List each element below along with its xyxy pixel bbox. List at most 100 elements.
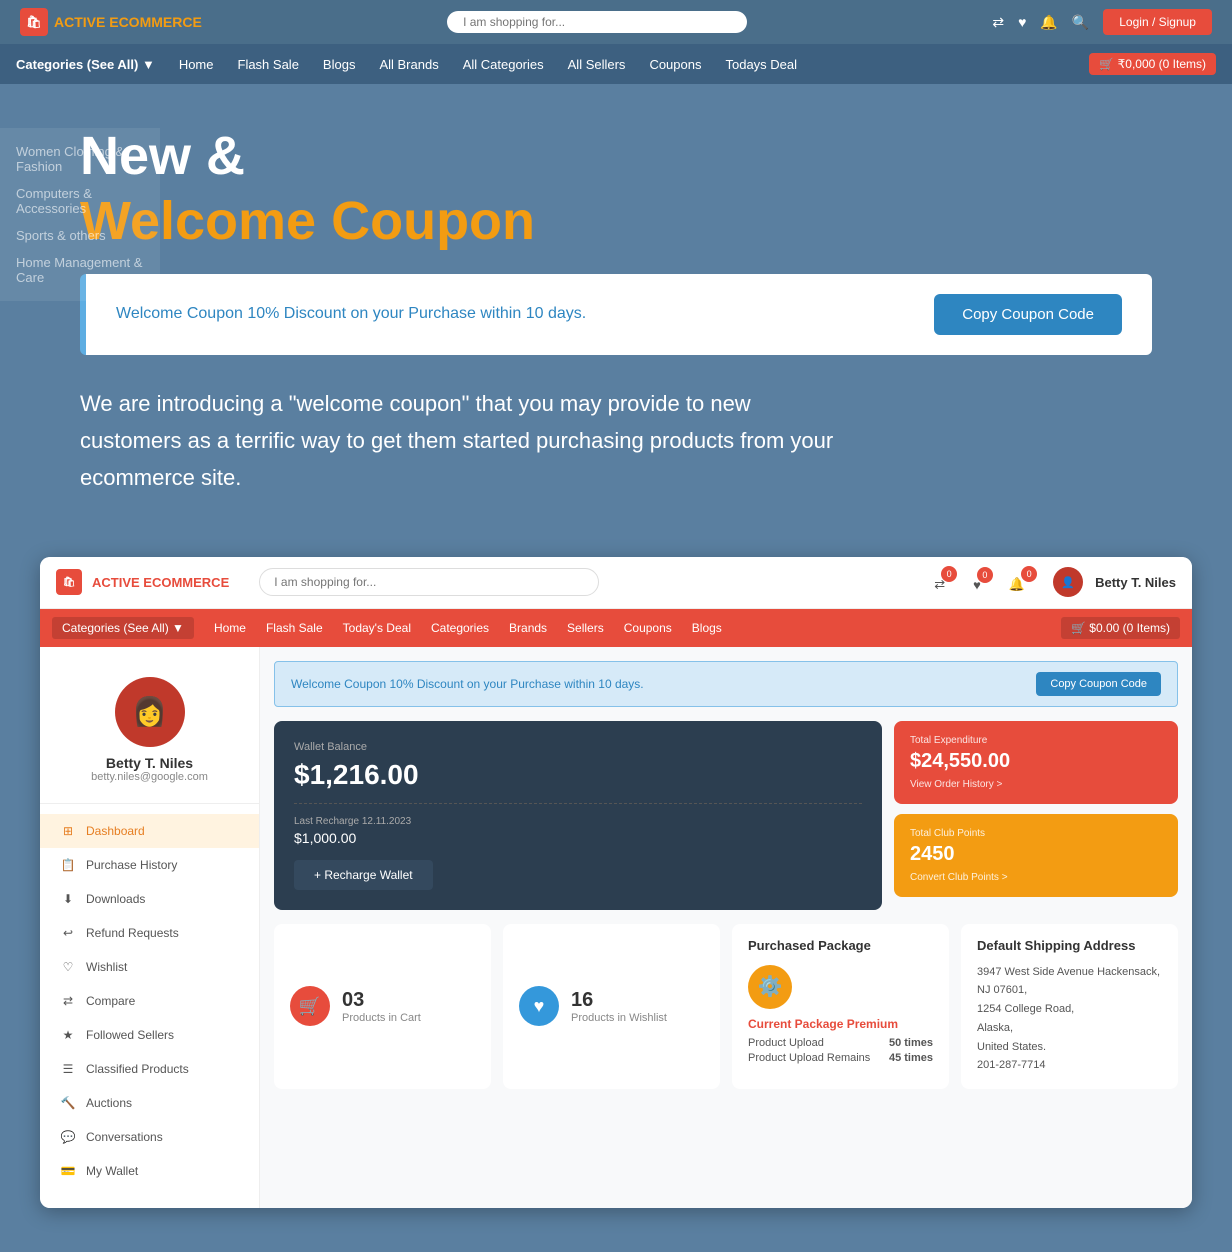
inner-screenshot-panel: 🛍 ACTIVE ECOMMERCE ⇄0 ♥0 🔔0 👤 Betty T. N…: [40, 557, 1192, 1208]
package-row-upload-remains: Product Upload Remains 45 times: [748, 1052, 933, 1064]
sidebar-item-my-wallet[interactable]: 💳 My Wallet: [40, 1154, 259, 1188]
package-name: Current Package Premium: [748, 1017, 933, 1031]
dashboard-top-row: Wallet Balance $1,216.00 Last Recharge 1…: [274, 721, 1178, 910]
sidebar-refund-label: Refund Requests: [86, 926, 179, 940]
outer-nav-icons: ⇄ ♥ 🔔 🔍 Login / Signup: [992, 9, 1212, 35]
wallet-balance: $1,216.00: [294, 759, 862, 791]
view-order-history-link[interactable]: View Order History >: [910, 779, 1162, 790]
compare-icon[interactable]: ⇄: [992, 14, 1004, 31]
wishlist-sidebar-icon: ♡: [60, 959, 76, 975]
refund-icon: ↩: [60, 925, 76, 941]
inner-categories-dropdown[interactable]: Categories (See All) ▼: [52, 617, 194, 639]
outer-search-input[interactable]: [447, 11, 747, 33]
notification-icon[interactable]: 🔔: [1040, 14, 1057, 31]
sidebar-dashboard-label: Dashboard: [86, 824, 145, 838]
nav-all-brands[interactable]: All Brands: [379, 57, 438, 72]
inner-nav-home[interactable]: Home: [214, 621, 246, 635]
wallet-label: Wallet Balance: [294, 741, 862, 753]
hero-description: We are introducing a "welcome coupon" th…: [80, 385, 840, 497]
sidebar-item-compare[interactable]: ⇄ Compare: [40, 984, 259, 1018]
expenditure-value: $24,550.00: [910, 750, 1162, 773]
sidebar-purchase-label: Purchase History: [86, 858, 177, 872]
conversations-icon: 💬: [60, 1129, 76, 1145]
inner-logo-icon: 🛍: [56, 569, 82, 595]
inner-nav-flash-sale[interactable]: Flash Sale: [266, 621, 323, 635]
convert-club-points-link[interactable]: Convert Club Points >: [910, 872, 1162, 883]
inner-search-input[interactable]: [259, 568, 599, 596]
inner-nav-blogs[interactable]: Blogs: [692, 621, 722, 635]
purchase-history-icon: 📋: [60, 857, 76, 873]
cart-badge[interactable]: 🛒 ₹0,000 (0 Items): [1089, 53, 1216, 75]
inner-wishlist-icon[interactable]: ♥0: [973, 573, 997, 592]
nav-all-sellers[interactable]: All Sellers: [568, 57, 626, 72]
product-upload-remains-value: 45 times: [889, 1052, 933, 1064]
sidebar-item-purchase-history[interactable]: 📋 Purchase History: [40, 848, 259, 882]
nav-all-categories[interactable]: All Categories: [463, 57, 544, 72]
classified-icon: ☰: [60, 1061, 76, 1077]
sidebar-item-wishlist[interactable]: ♡ Wishlist: [40, 950, 259, 984]
sidebar-item-refund-requests[interactable]: ↩ Refund Requests: [40, 916, 259, 950]
expenditure-label: Total Expenditure: [910, 735, 1162, 746]
auctions-icon: 🔨: [60, 1095, 76, 1111]
nav-todays-deal[interactable]: Todays Deal: [725, 57, 797, 72]
logo-text: ACTIVE ECOMMERCE: [54, 14, 202, 30]
inner-user-name-topbar: Betty T. Niles: [1095, 575, 1176, 590]
compare-sidebar-icon: ⇄: [60, 993, 76, 1009]
nav-flash-sale[interactable]: Flash Sale: [238, 57, 299, 72]
logo-icon: 🛍: [20, 8, 48, 36]
login-button[interactable]: Login / Signup: [1103, 9, 1212, 35]
recharge-wallet-button[interactable]: + Recharge Wallet: [294, 860, 433, 890]
inner-catbar: Categories (See All) ▼ Home Flash Sale T…: [40, 609, 1192, 647]
categories-dropdown[interactable]: Categories (See All) ▼: [16, 57, 155, 72]
inner-coupon-banner: Welcome Coupon 10% Discount on your Purc…: [274, 661, 1178, 707]
wishlist-stat-label: Products in Wishlist: [571, 1012, 667, 1024]
search-icon[interactable]: 🔍: [1072, 14, 1089, 31]
dashboard-icon: ⊞: [60, 823, 76, 839]
sidebar-downloads-label: Downloads: [86, 892, 145, 906]
nav-home[interactable]: Home: [179, 57, 214, 72]
dashboard-bottom-row: 🛒 03 Products in Cart ♥ 16 Products in W…: [274, 924, 1178, 1089]
cart-stat-label: Products in Cart: [342, 1012, 421, 1024]
wishlist-stat-icon: ♥: [519, 986, 559, 1026]
wishlist-icon[interactable]: ♥: [1018, 14, 1026, 30]
cart-stat-value: 03: [342, 989, 421, 1012]
inner-avatar: 👤: [1053, 567, 1083, 597]
sidebar-item-classified-products[interactable]: ☰ Classified Products: [40, 1052, 259, 1086]
sidebar-item-followed-sellers[interactable]: ★ Followed Sellers: [40, 1018, 259, 1052]
sidebar-item-conversations[interactable]: 💬 Conversations: [40, 1120, 259, 1154]
sidebar-item-dashboard[interactable]: ⊞ Dashboard: [40, 814, 259, 848]
inner-copy-coupon-button[interactable]: Copy Coupon Code: [1036, 672, 1161, 696]
sidebar-user-email: betty.niles@google.com: [56, 771, 243, 783]
downloads-icon: ⬇: [60, 891, 76, 907]
hero-section: Women Clothing & Fashion Computers & Acc…: [0, 84, 1232, 557]
sidebar-auctions-label: Auctions: [86, 1096, 132, 1110]
outer-logo[interactable]: 🛍 ACTIVE ECOMMERCE: [20, 8, 202, 36]
inner-logo-text: ACTIVE ECOMMERCE: [92, 575, 229, 590]
inner-notification-icon[interactable]: 🔔0: [1009, 572, 1041, 592]
inner-compare-icon[interactable]: ⇄0: [934, 572, 961, 592]
inner-nav-todays-deal[interactable]: Today's Deal: [343, 621, 411, 635]
notification-badge: 0: [1021, 566, 1037, 582]
inner-sidebar: 👩 Betty T. Niles betty.niles@google.com …: [40, 647, 260, 1208]
inner-nav-sellers[interactable]: Sellers: [567, 621, 604, 635]
total-club-points-card: Total Club Points 2450 Convert Club Poin…: [894, 814, 1178, 897]
nav-blogs[interactable]: Blogs: [323, 57, 356, 72]
wishlist-stat-card: ♥ 16 Products in Wishlist: [503, 924, 720, 1089]
sidebar-item-auctions[interactable]: 🔨 Auctions: [40, 1086, 259, 1120]
inner-main-content: Welcome Coupon 10% Discount on your Purc…: [260, 647, 1192, 1208]
copy-coupon-button[interactable]: Copy Coupon Code: [934, 294, 1122, 335]
bg-sidebar-item: Home Management & Care: [16, 249, 144, 291]
inner-nav-coupons[interactable]: Coupons: [624, 621, 672, 635]
wishlist-badge: 0: [977, 567, 993, 583]
inner-cart-button[interactable]: 🛒 $0.00 (0 Items): [1061, 617, 1180, 639]
inner-nav-categories[interactable]: Categories: [431, 621, 489, 635]
nav-coupons[interactable]: Coupons: [649, 57, 701, 72]
cart-stat-info: 03 Products in Cart: [342, 989, 421, 1024]
product-upload-label: Product Upload: [748, 1037, 824, 1049]
sidebar-classified-label: Classified Products: [86, 1062, 189, 1076]
wallet-sidebar-icon: 💳: [60, 1163, 76, 1179]
sidebar-followed-label: Followed Sellers: [86, 1028, 174, 1042]
inner-nav-brands[interactable]: Brands: [509, 621, 547, 635]
sidebar-item-downloads[interactable]: ⬇ Downloads: [40, 882, 259, 916]
coupon-text: Welcome Coupon 10% Discount on your Purc…: [116, 305, 586, 323]
